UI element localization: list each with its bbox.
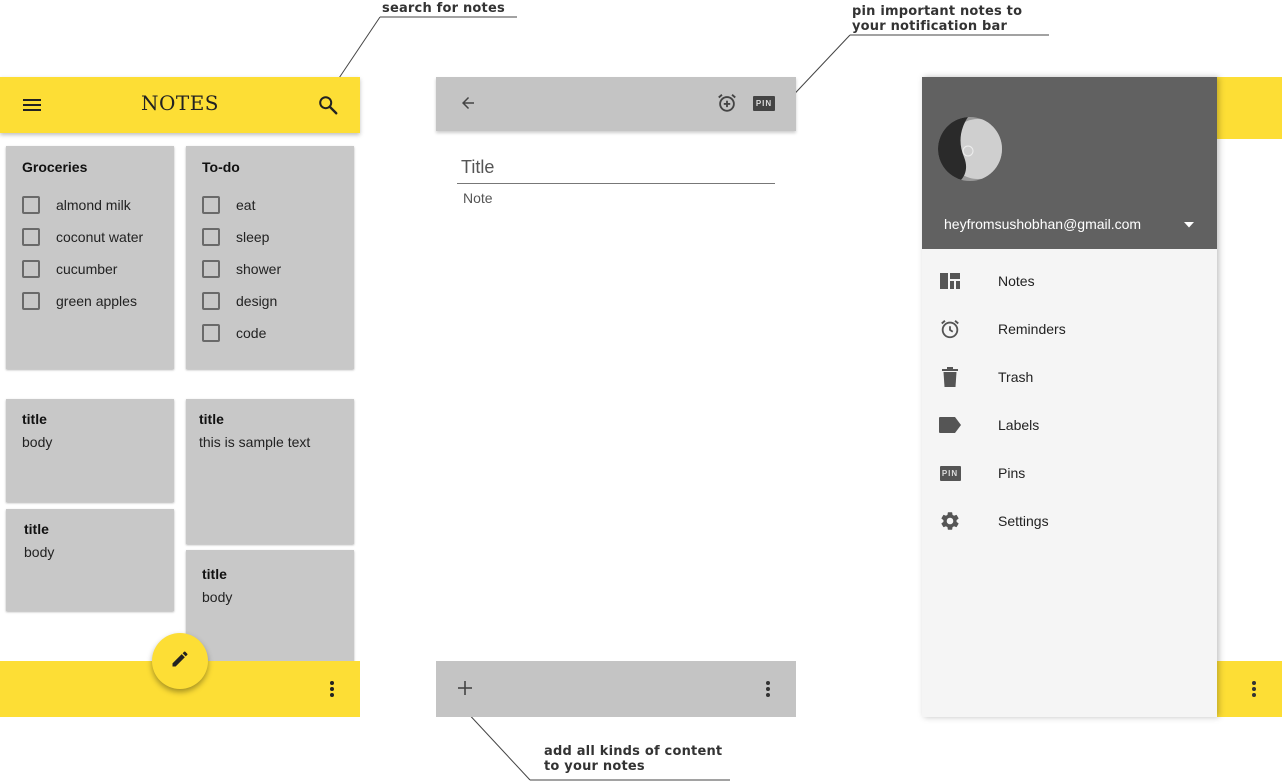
note-card[interactable]: title body [6,509,174,611]
arrow-back-icon[interactable] [456,91,480,115]
drawer-item-label: Settings [998,513,1049,529]
checklist-item-label: cucumber [56,261,118,277]
checkbox[interactable] [202,292,220,310]
checklist-item-label: design [236,293,278,309]
editor-top-bar: PIN [436,77,796,131]
note-card[interactable]: title this is sample text [186,399,354,544]
pin-icon: PIN [938,461,962,485]
checkbox[interactable] [202,324,220,342]
note-title: title [199,411,224,427]
pin-icon[interactable]: PIN [752,94,776,112]
note-card[interactable]: title body [6,399,174,502]
background-bottom-bar [1216,661,1282,717]
trash-icon [938,365,962,389]
note-title: title [22,411,47,427]
note-title: title [202,566,227,582]
navigation-drawer: heyfromsushobhan@gmail.com Notes Reminde… [922,77,1217,717]
drawer-item-settings[interactable]: Settings [922,497,1217,545]
background-app-bar [1216,77,1282,139]
checklist-item[interactable]: sleep [202,228,269,246]
checkbox[interactable] [22,292,40,310]
card-title: To-do [202,159,240,175]
checklist-item-label: shower [236,261,282,277]
alarm-icon [938,317,962,341]
pencil-icon [170,649,190,674]
drawer-item-reminders[interactable]: Reminders [922,305,1217,353]
checklist-item[interactable]: cucumber [22,260,117,278]
plus-icon[interactable] [454,677,476,699]
checklist-item[interactable]: code [202,324,266,342]
checklist-item[interactable]: almond milk [22,196,131,214]
drawer-item-pins[interactable]: PIN Pins [922,449,1217,497]
new-note-fab[interactable] [152,633,208,689]
drawer-header: heyfromsushobhan@gmail.com [922,77,1217,249]
label-icon [938,413,962,437]
dashboard-icon [938,269,962,293]
drawer-item-trash[interactable]: Trash [922,353,1217,401]
more-vert-icon[interactable] [756,677,780,701]
checklist-item-label: code [236,325,267,341]
checklist-item[interactable]: eat [202,196,255,214]
account-email: heyfromsushobhan@gmail.com [944,216,1142,232]
checkbox[interactable] [22,228,40,246]
checkbox[interactable] [202,196,220,214]
app-title: NOTES [140,91,220,115]
checklist-item-label: sleep [236,229,270,245]
annotation-pin: pin important notes to your notification… [852,4,1023,34]
checkbox[interactable] [202,260,220,278]
checklist-card-todo[interactable]: To-do eat sleep shower design code [186,146,354,369]
checklist-item[interactable]: coconut water [22,228,143,246]
avatar[interactable] [938,117,1002,181]
checkbox[interactable] [22,196,40,214]
annotation-add: add all kinds of content to your notes [544,744,723,774]
pin-badge: PIN [939,465,961,481]
annotation-search: search for notes [382,1,505,16]
note-body: body [202,589,233,605]
drawer-item-label: Trash [998,369,1034,385]
drawer-item-label: Reminders [998,321,1066,337]
drawer-item-label: Pins [998,465,1026,481]
note-body: body [24,544,55,560]
top-app-bar: NOTES [0,77,360,133]
gear-icon [938,509,962,533]
note-body: body [22,434,53,450]
checklist-item-label: almond milk [56,197,131,213]
drawer-item-label: Labels [998,417,1040,433]
search-icon[interactable] [314,91,342,119]
card-title: Groceries [22,159,88,175]
checklist-item[interactable]: design [202,292,277,310]
alarm-add-icon[interactable] [714,90,740,116]
checkbox[interactable] [202,228,220,246]
title-divider [457,183,775,184]
more-vert-icon[interactable] [320,677,344,701]
note-card[interactable]: title body [186,550,354,670]
checklist-item-label: coconut water [56,229,144,245]
title-field[interactable]: Title [461,157,494,178]
checklist-item[interactable]: shower [202,260,281,278]
pin-badge: PIN [753,95,775,111]
checklist-item[interactable]: green apples [22,292,137,310]
note-field[interactable]: Note [463,190,493,206]
checklist-card-groceries[interactable]: Groceries almond milk coconut water cucu… [6,146,174,369]
editor-bottom-bar [436,661,796,717]
checklist-item-label: green apples [56,293,137,309]
more-vert-icon[interactable] [1246,678,1262,700]
checkbox[interactable] [22,260,40,278]
drawer-item-label: Notes [998,273,1035,289]
chevron-down-icon[interactable] [1180,216,1198,234]
note-title: title [24,521,49,537]
drawer-item-notes[interactable]: Notes [922,257,1217,305]
note-body: this is sample text [199,434,311,450]
drawer-item-labels[interactable]: Labels [922,401,1217,449]
checklist-item-label: eat [236,197,256,213]
